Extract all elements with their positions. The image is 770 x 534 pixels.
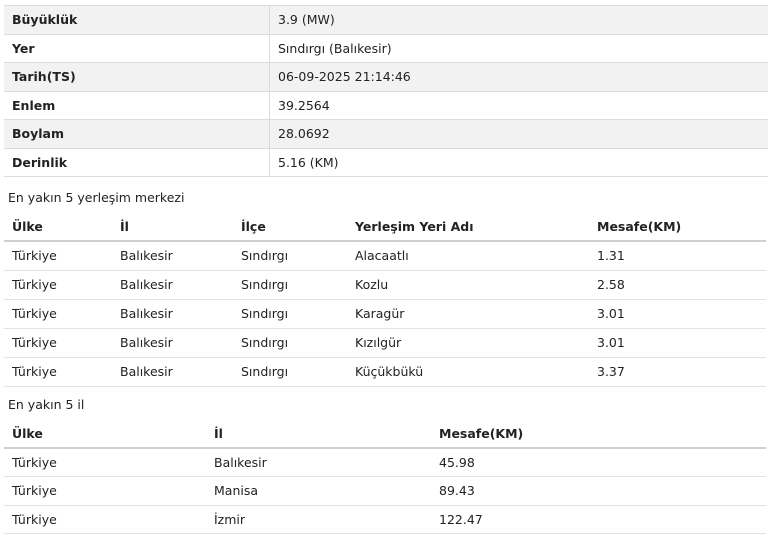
cell-province: Manisa	[206, 476, 431, 506]
cell-district: Sındırgı	[233, 328, 347, 358]
cell-district: Sındırgı	[233, 270, 347, 300]
column-header-province: İl	[206, 420, 431, 449]
table-row: Türkiye İzmir 122.47	[4, 505, 766, 534]
provinces-table: Ülke İl Mesafe(KM) Türkiye Balıkesir 45.…	[4, 420, 766, 534]
column-header-district: İlçe	[233, 213, 347, 242]
column-header-country: Ülke	[4, 213, 112, 242]
cell-country: Türkiye	[4, 241, 112, 271]
info-row-longitude: Boylam 28.0692	[4, 119, 768, 149]
info-row-latitude: Enlem 39.2564	[4, 91, 768, 120]
cell-distance: 89.43	[431, 476, 766, 506]
table-row: Türkiye Balıkesir Sındırgı Kızılgür 3.01	[4, 328, 766, 358]
cell-province: Balıkesir	[112, 270, 233, 300]
provinces-header-row: Ülke İl Mesafe(KM)	[4, 420, 766, 449]
info-value: Sındırgı (Balıkesir)	[269, 34, 768, 63]
info-row-datetime: Tarih(TS) 06-09-2025 21:14:46	[4, 62, 768, 92]
cell-settlement-name: Alacaatlı	[347, 241, 589, 271]
column-header-distance: Mesafe(KM)	[431, 420, 766, 449]
cell-country: Türkiye	[4, 270, 112, 300]
provinces-section-title: En yakın 5 il	[8, 397, 85, 412]
info-label: Enlem	[4, 91, 270, 120]
cell-settlement-name: Karagür	[347, 299, 589, 329]
cell-province: Balıkesir	[112, 328, 233, 358]
cell-distance: 2.58	[589, 270, 766, 300]
info-value: 5.16 (KM)	[269, 148, 768, 177]
cell-province: Balıkesir	[112, 357, 233, 387]
cell-province: İzmir	[206, 505, 431, 534]
table-row: Türkiye Balıkesir Sındırgı Karagür 3.01	[4, 299, 766, 329]
info-value: 39.2564	[269, 91, 768, 120]
cell-district: Sındırgı	[233, 241, 347, 271]
cell-district: Sındırgı	[233, 299, 347, 329]
cell-country: Türkiye	[4, 448, 206, 477]
info-value: 28.0692	[269, 119, 768, 149]
cell-settlement-name: Küçükbükü	[347, 357, 589, 387]
info-label: Yer	[4, 34, 270, 63]
table-row: Türkiye Balıkesir Sındırgı Küçükbükü 3.3…	[4, 357, 766, 387]
cell-country: Türkiye	[4, 299, 112, 329]
column-header-distance: Mesafe(KM)	[589, 213, 766, 242]
cell-district: Sındırgı	[233, 357, 347, 387]
cell-distance: 45.98	[431, 448, 766, 477]
cell-distance: 3.01	[589, 328, 766, 358]
cell-country: Türkiye	[4, 357, 112, 387]
info-value: 06-09-2025 21:14:46	[269, 62, 768, 92]
settlements-section-title: En yakın 5 yerleşim merkezi	[8, 190, 185, 205]
earthquake-info-table: Büyüklük 3.9 (MW) Yer Sındırgı (Balıkesi…	[4, 5, 768, 177]
cell-country: Türkiye	[4, 328, 112, 358]
cell-distance: 3.37	[589, 357, 766, 387]
cell-distance: 122.47	[431, 505, 766, 534]
column-header-settlement-name: Yerleşim Yeri Adı	[347, 213, 589, 242]
table-row: Türkiye Balıkesir 45.98	[4, 448, 766, 477]
cell-province: Balıkesir	[112, 241, 233, 271]
info-label: Boylam	[4, 119, 270, 149]
settlements-header-row: Ülke İl İlçe Yerleşim Yeri Adı Mesafe(KM…	[4, 213, 766, 242]
cell-country: Türkiye	[4, 476, 206, 506]
info-row-magnitude: Büyüklük 3.9 (MW)	[4, 5, 768, 35]
cell-province: Balıkesir	[206, 448, 431, 477]
info-label: Büyüklük	[4, 5, 270, 35]
cell-country: Türkiye	[4, 505, 206, 534]
info-label: Derinlik	[4, 148, 270, 177]
info-row-depth: Derinlik 5.16 (KM)	[4, 148, 768, 177]
cell-distance: 3.01	[589, 299, 766, 329]
cell-settlement-name: Kızılgür	[347, 328, 589, 358]
table-row: Türkiye Manisa 89.43	[4, 476, 766, 506]
info-label: Tarih(TS)	[4, 62, 270, 92]
cell-distance: 1.31	[589, 241, 766, 271]
settlements-table: Ülke İl İlçe Yerleşim Yeri Adı Mesafe(KM…	[4, 213, 766, 387]
info-row-location: Yer Sındırgı (Balıkesir)	[4, 34, 768, 63]
info-value: 3.9 (MW)	[269, 5, 768, 35]
column-header-country: Ülke	[4, 420, 206, 449]
table-row: Türkiye Balıkesir Sındırgı Kozlu 2.58	[4, 270, 766, 300]
cell-province: Balıkesir	[112, 299, 233, 329]
cell-settlement-name: Kozlu	[347, 270, 589, 300]
column-header-province: İl	[112, 213, 233, 242]
table-row: Türkiye Balıkesir Sındırgı Alacaatlı 1.3…	[4, 241, 766, 271]
